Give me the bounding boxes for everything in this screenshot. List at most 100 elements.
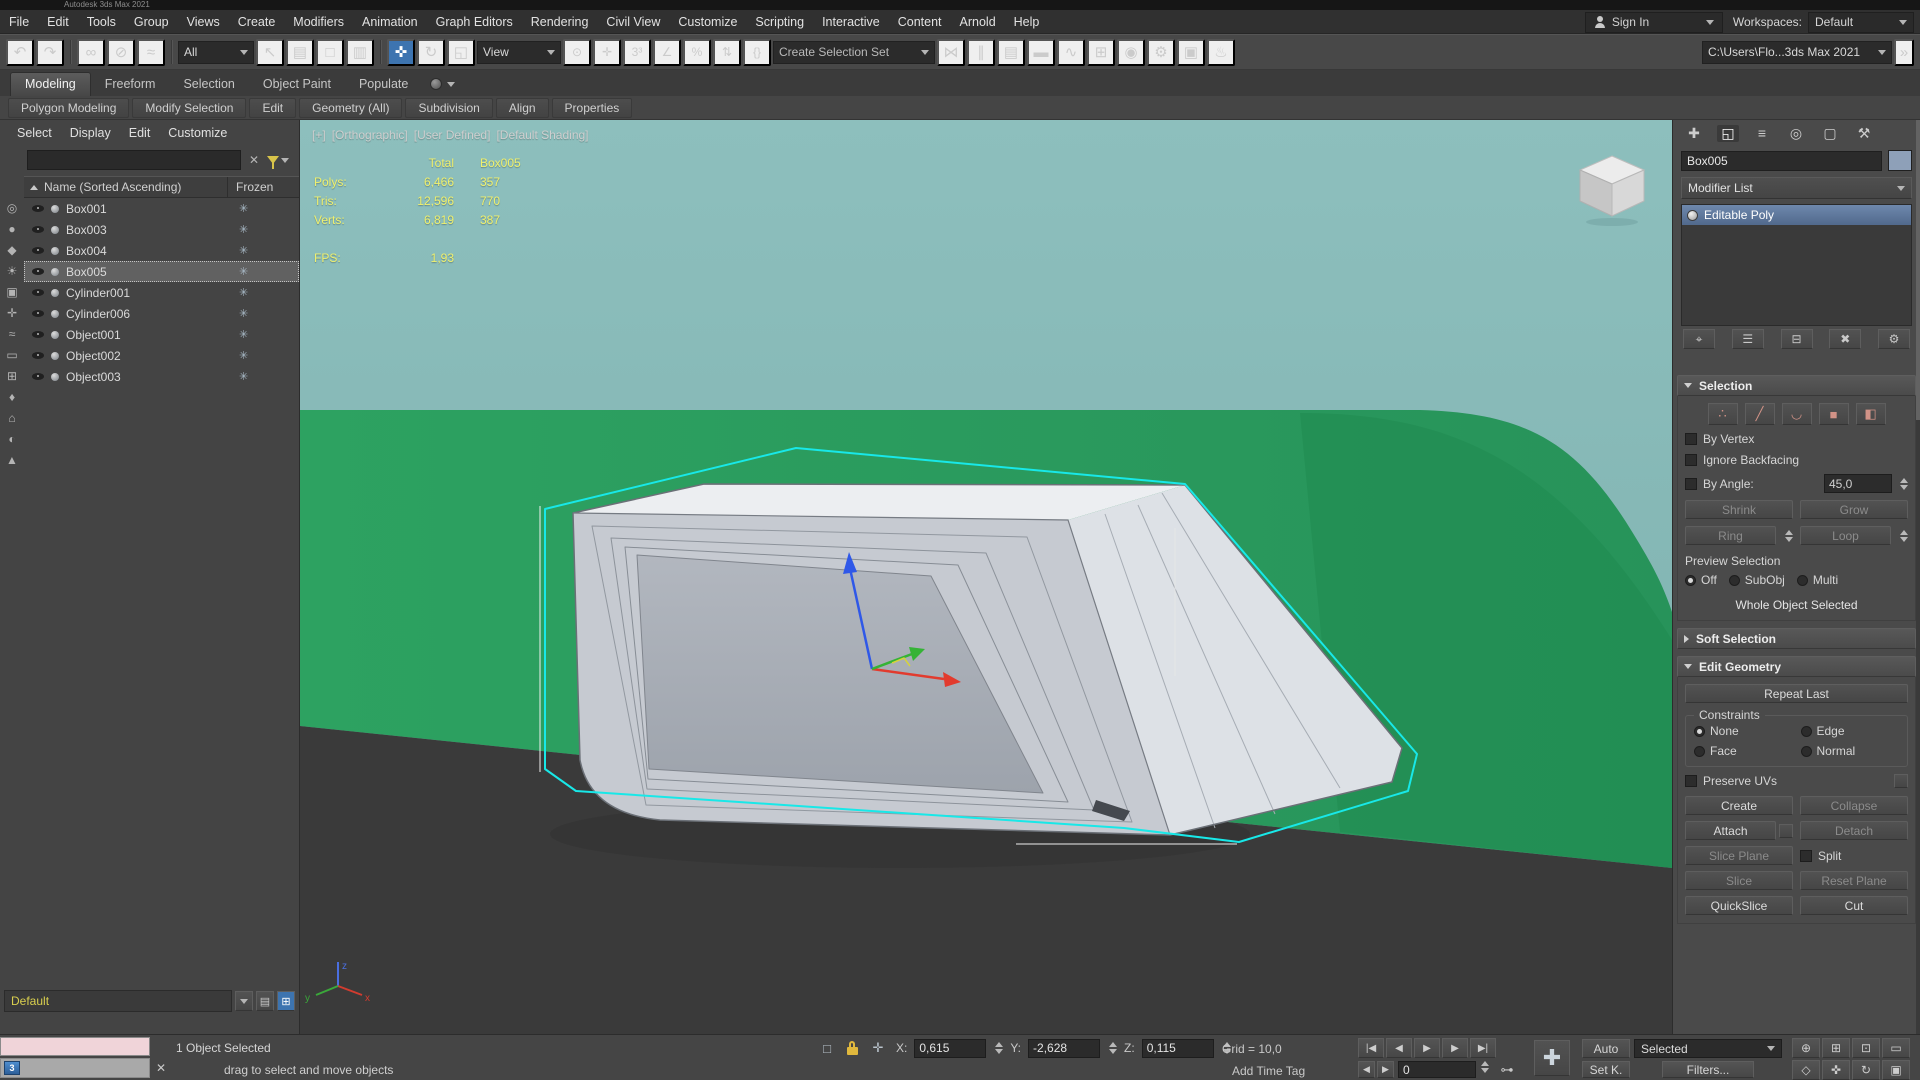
edit-named-selection-sets-icon[interactable]: {} [743,39,771,66]
snap-toggle-3d-icon[interactable]: 3³ [623,39,651,66]
visibility-eye-icon[interactable] [32,308,45,319]
select-and-manipulate-icon[interactable]: ✛ [593,39,621,66]
visibility-eye-icon[interactable] [32,245,45,256]
unlink-selection-icon[interactable]: ⊘ [107,39,135,66]
absolute-offset-toggle-icon[interactable]: ✛ [867,1038,889,1058]
explorer-display-bones-icon[interactable]: ♦ [9,391,15,403]
ribbon-panel-tab[interactable]: Subdivision [405,98,492,118]
explorer-display-spacewarps-icon[interactable]: ≈ [9,328,16,340]
slice-plane-button[interactable]: Slice Plane [1685,846,1793,865]
mirror-icon[interactable]: ⋈ [937,39,965,66]
viewport-label-segment[interactable]: [Default Shading] [496,128,588,142]
pan-view-icon[interactable]: ✜ [1822,1060,1850,1080]
previous-frame-button[interactable]: ◀ [1386,1038,1412,1058]
key-filter-dropdown[interactable]: Selected [1634,1039,1782,1058]
zoom-region-icon[interactable]: ▭ [1882,1038,1910,1058]
named-selection-set-dropdown[interactable]: Create Selection Set [773,41,935,64]
viewport-label-segment[interactable]: [+] [312,128,326,142]
menubar-item[interactable]: Tools [78,10,125,34]
stack-onoff-icon[interactable] [1687,210,1698,221]
scene-explorer-menu[interactable]: Select [8,126,61,140]
display-tab-icon[interactable]: ▢ [1819,125,1841,142]
viewport-label-segment[interactable]: [Orthographic] [332,128,408,142]
ribbon-tab[interactable]: Modeling [10,72,91,96]
ribbon-panel-tab[interactable]: Modify Selection [132,98,246,118]
frozen-icon[interactable]: ✳ [227,370,299,383]
frozen-icon[interactable]: ✳ [227,202,299,215]
layer-explorer-icon[interactable]: ▤ [256,991,274,1011]
angle-value-field[interactable]: 45,0 [1824,474,1892,493]
utilities-tab-icon[interactable]: ⚒ [1853,125,1875,142]
go-to-end-button[interactable]: ▶| [1470,1038,1496,1058]
cut-button[interactable]: Cut [1800,896,1908,915]
percent-snap-icon[interactable]: % [683,39,711,66]
show-end-result-icon[interactable]: ☰ [1732,329,1764,349]
filter-button[interactable] [267,156,289,164]
object-color-swatch[interactable] [1888,150,1912,171]
menubar-item[interactable]: Civil View [597,10,669,34]
zoom-all-icon[interactable]: ⊞ [1822,1038,1850,1058]
explorer-display-cameras-icon[interactable]: ▣ [6,286,17,298]
by-vertex-option[interactable]: By Vertex [1685,432,1908,446]
frozen-icon[interactable]: ✳ [227,286,299,299]
explorer-display-geometry-icon[interactable]: ● [8,223,15,235]
align-icon[interactable]: ∥ [967,39,995,66]
ribbon-panel-tab[interactable]: Properties [552,98,633,118]
ribbon-panel-tab[interactable]: Align [496,98,549,118]
column-header-frozen[interactable]: Frozen [227,177,299,197]
visibility-eye-icon[interactable] [32,266,45,277]
viewport[interactable]: z x y [+][Orthographic][User Defined][De… [300,120,1672,1034]
hierarchy-tab-icon[interactable]: ≡ [1751,125,1773,141]
collapse-button[interactable]: Collapse [1800,796,1908,815]
menubar-item[interactable]: Content [889,10,951,34]
menubar-item[interactable]: Animation [353,10,427,34]
project-folder-dropdown[interactable]: C:\Users\Flo...3ds Max 2021 [1702,41,1892,64]
workspace-select[interactable]: Default [1808,12,1914,33]
use-pivot-point-center-icon[interactable]: ⊙ [563,39,591,66]
ribbon-tab[interactable]: Populate [345,73,422,96]
maxscript-mini-listener-pink[interactable] [0,1037,150,1056]
menubar-item[interactable]: Views [178,10,229,34]
menubar-item[interactable]: File [0,10,38,34]
ribbon-tab[interactable]: Freeform [91,73,170,96]
ribbon-panel-tab[interactable]: Polygon Modeling [8,98,129,118]
play-button[interactable]: ▶ [1414,1038,1440,1058]
explorer-display-materials-icon[interactable]: ◐ [8,433,15,445]
auto-key-button[interactable]: Auto [1582,1039,1630,1058]
rectangular-selection-region-icon[interactable]: □ [316,39,344,66]
explorer-display-xrefs-icon[interactable]: ⊞ [7,370,17,382]
close-icon[interactable]: ✕ [156,1061,166,1075]
edit-geometry-rollout-header[interactable]: Edit Geometry [1677,656,1916,677]
select-and-move-icon[interactable]: ✜ [387,39,415,66]
ignore-backfacing-option[interactable]: Ignore Backfacing [1685,453,1908,467]
toggle-ribbon-icon[interactable]: ▬ [1027,39,1055,66]
set-key-button[interactable]: Set K. [1582,1061,1630,1078]
visibility-eye-icon[interactable] [32,329,45,340]
material-editor-icon[interactable]: ◉ [1117,39,1145,66]
z-coordinate-field[interactable] [1142,1039,1214,1058]
preview-selection-option[interactable]: Off [1685,573,1717,587]
scrollbar-thumb[interactable] [1916,120,1920,420]
select-and-rotate-icon[interactable]: ↻ [417,39,445,66]
zoom-extents-icon[interactable]: ⊡ [1852,1038,1880,1058]
ribbon-tab[interactable]: Object Paint [249,73,345,96]
menubar-item[interactable]: Modifiers [284,10,353,34]
create-tab-icon[interactable]: ✚ [1683,125,1705,142]
toolbar-overflow-button[interactable]: » [1894,39,1914,66]
explorer-display-sort-icon[interactable]: ▲ [6,454,18,466]
add-time-tag[interactable]: Add Time Tag [1232,1064,1305,1078]
frozen-icon[interactable]: ✳ [227,349,299,362]
visibility-eye-icon[interactable] [32,203,45,214]
menubar-item[interactable]: Rendering [522,10,598,34]
scene-explorer-row[interactable]: Box003 ✳ [24,219,299,240]
zoom-icon[interactable]: ⊕ [1792,1038,1820,1058]
isolate-selection-toggle-icon[interactable]: □ [816,1038,838,1058]
ribbon-config-button[interactable] [430,78,455,96]
element-subobject-icon[interactable]: ◧ [1856,403,1886,425]
selection-rollout-header[interactable]: Selection [1677,375,1916,396]
y-spinner[interactable] [1109,1042,1117,1054]
visibility-eye-icon[interactable] [32,287,45,298]
frozen-icon[interactable]: ✳ [227,307,299,320]
selection-lock-icon[interactable] [845,1041,860,1056]
constraint-option[interactable]: Normal [1801,744,1900,758]
